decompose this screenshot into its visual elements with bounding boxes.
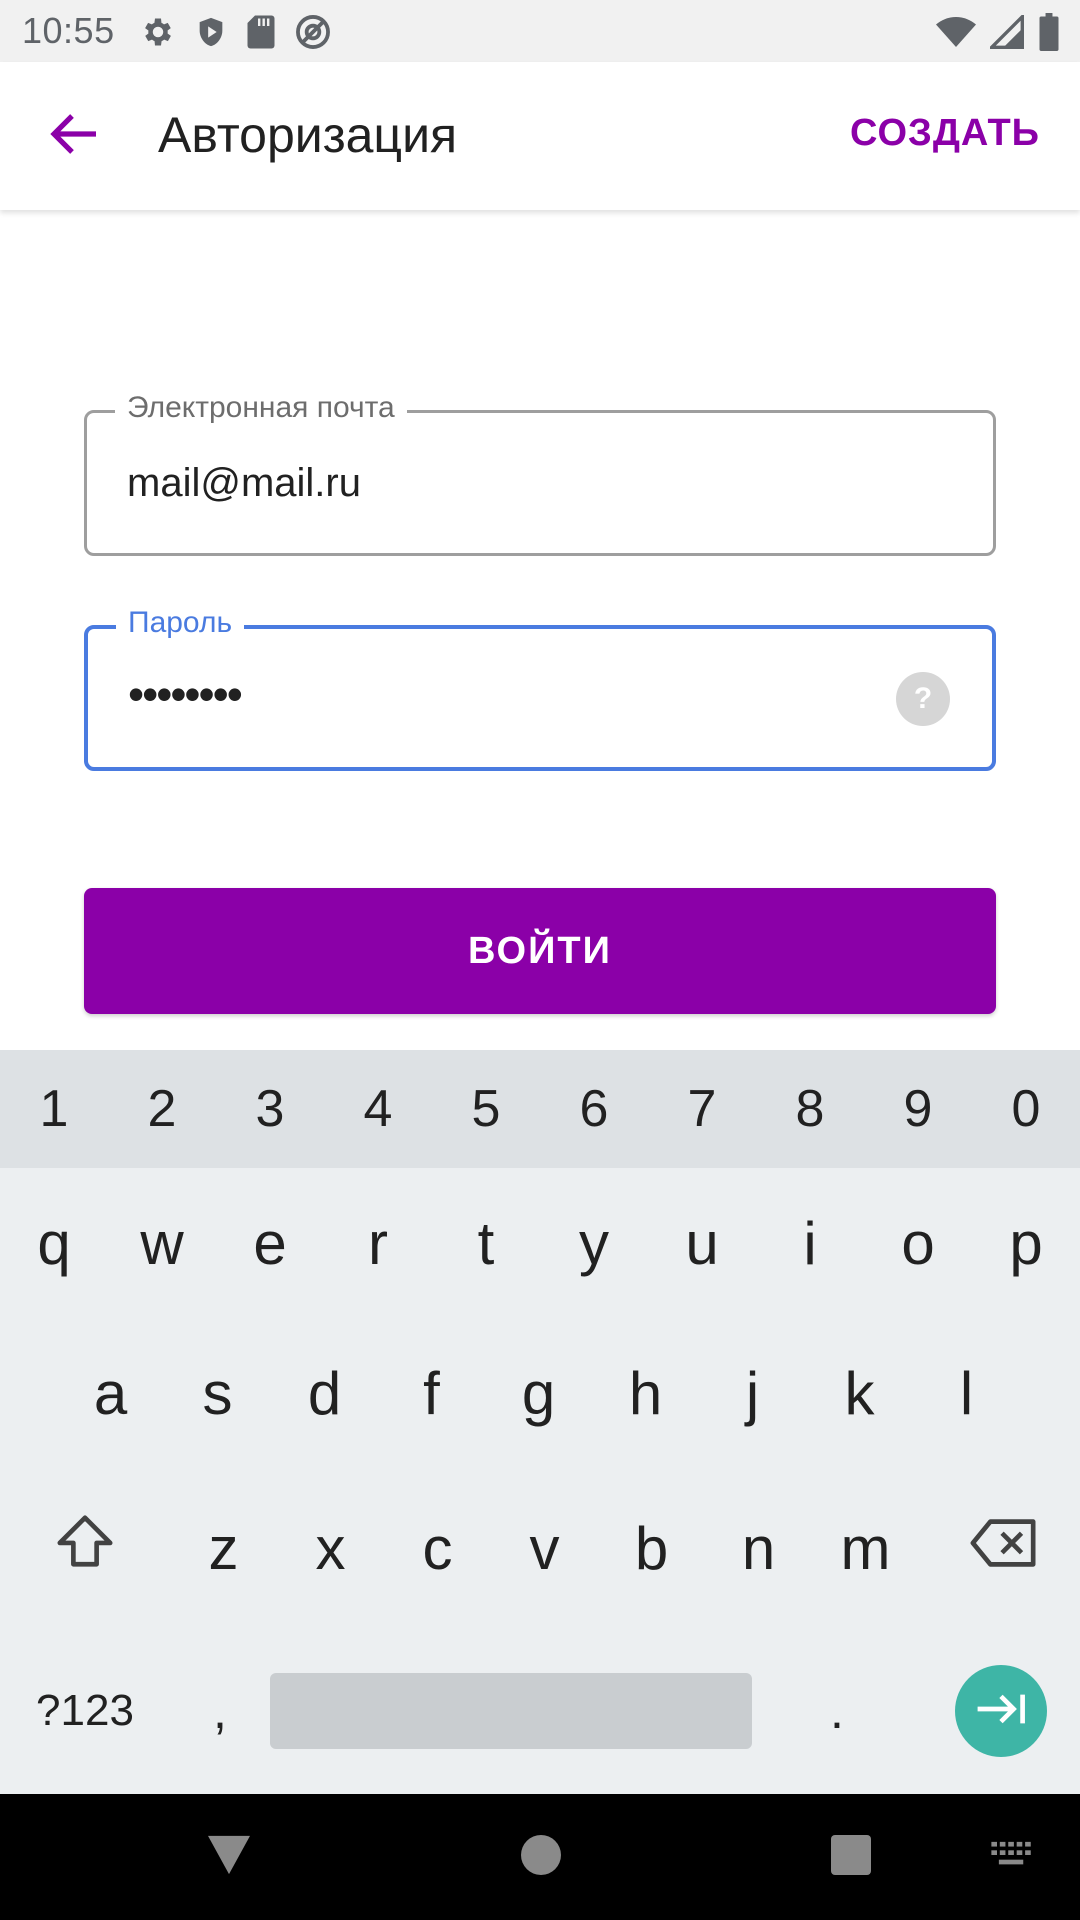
key-8[interactable]: 8: [756, 1050, 864, 1168]
keyboard-icon: [989, 1840, 1035, 1875]
key-i[interactable]: i: [756, 1168, 864, 1318]
key-6[interactable]: 6: [540, 1050, 648, 1168]
comma-key[interactable]: ,: [170, 1628, 270, 1794]
space-bar: [270, 1673, 752, 1749]
key-2[interactable]: 2: [108, 1050, 216, 1168]
key-u[interactable]: u: [648, 1168, 756, 1318]
recents-nav-button[interactable]: [818, 1824, 884, 1890]
navigation-bar: [0, 1794, 1080, 1920]
key-3[interactable]: 3: [216, 1050, 324, 1168]
key-m[interactable]: m: [812, 1468, 919, 1628]
page-title: Авторизация: [158, 107, 458, 163]
key-a[interactable]: a: [57, 1318, 164, 1468]
soft-keyboard: 1 2 3 4 5 6 7 8 9 0 q w e r t y u i o p …: [0, 1050, 1080, 1794]
key-z[interactable]: z: [170, 1468, 277, 1628]
key-7[interactable]: 7: [648, 1050, 756, 1168]
home-nav-button[interactable]: [508, 1824, 574, 1890]
back-nav-button[interactable]: [196, 1824, 262, 1890]
key-p[interactable]: p: [972, 1168, 1080, 1318]
help-icon[interactable]: ?: [896, 672, 950, 726]
back-button[interactable]: [34, 100, 114, 172]
keyboard-row-2: a s d f g h j k l: [57, 1318, 1020, 1468]
signal-icon: [990, 15, 1024, 49]
key-c[interactable]: c: [384, 1468, 491, 1628]
key-y[interactable]: y: [540, 1168, 648, 1318]
key-b[interactable]: b: [598, 1468, 705, 1628]
status-icons-left: [140, 12, 332, 52]
key-h[interactable]: h: [592, 1318, 699, 1468]
at-sign-icon: [294, 13, 332, 51]
keyboard-row-4: ?123 , .: [0, 1628, 1080, 1794]
triangle-down-icon: [206, 1834, 252, 1881]
keyboard-row-3: z x c v b n m: [0, 1468, 1080, 1628]
sd-card-icon: [246, 14, 276, 50]
circle-icon: [521, 1834, 561, 1880]
key-f[interactable]: f: [378, 1318, 485, 1468]
key-9[interactable]: 9: [864, 1050, 972, 1168]
square-icon: [831, 1834, 871, 1880]
key-t[interactable]: t: [432, 1168, 540, 1318]
arrow-back-icon: [50, 112, 98, 161]
space-key[interactable]: [270, 1628, 752, 1794]
enter-key[interactable]: [922, 1628, 1080, 1794]
key-r[interactable]: r: [324, 1168, 432, 1318]
app-bar: Авторизация СОЗДАТЬ: [0, 62, 1080, 210]
key-5[interactable]: 5: [432, 1050, 540, 1168]
symbols-key[interactable]: ?123: [0, 1628, 170, 1794]
key-4[interactable]: 4: [324, 1050, 432, 1168]
shift-icon: [54, 1513, 116, 1583]
shield-play-icon: [194, 14, 228, 50]
email-input-value[interactable]: mail@mail.ru: [127, 461, 361, 506]
status-time: 10:55: [22, 10, 115, 51]
key-l[interactable]: l: [913, 1318, 1020, 1468]
shift-key[interactable]: [0, 1468, 170, 1628]
password-label: Пароль: [116, 606, 245, 640]
key-o[interactable]: o: [864, 1168, 972, 1318]
password-field[interactable]: Пароль •••••••• ?: [84, 606, 996, 771]
key-q[interactable]: q: [0, 1168, 108, 1318]
status-bar: 10:55: [0, 0, 1080, 62]
key-0[interactable]: 0: [972, 1050, 1080, 1168]
battery-icon: [1038, 13, 1060, 51]
login-button[interactable]: ВОЙТИ: [84, 888, 996, 1014]
key-s[interactable]: s: [164, 1318, 271, 1468]
create-account-button[interactable]: СОЗДАТЬ: [850, 112, 1040, 155]
gear-icon: [140, 14, 176, 50]
enter-circle: [955, 1665, 1047, 1757]
email-label: Электронная почта: [115, 391, 407, 425]
wifi-icon: [936, 15, 976, 49]
key-g[interactable]: g: [485, 1318, 592, 1468]
key-w[interactable]: w: [108, 1168, 216, 1318]
key-e[interactable]: e: [216, 1168, 324, 1318]
keyboard-row-1: q w e r t y u i o p: [0, 1168, 1080, 1318]
key-v[interactable]: v: [491, 1468, 598, 1628]
period-key[interactable]: .: [752, 1628, 922, 1794]
backspace-icon: [969, 1514, 1039, 1583]
email-field[interactable]: Электронная почта mail@mail.ru: [84, 391, 996, 556]
password-input-value[interactable]: ••••••••: [128, 667, 243, 721]
status-icons-right: [936, 12, 1060, 52]
key-j[interactable]: j: [699, 1318, 806, 1468]
tab-next-icon: [973, 1691, 1029, 1732]
backspace-key[interactable]: [919, 1468, 1080, 1628]
keyboard-number-row: 1 2 3 4 5 6 7 8 9 0: [0, 1050, 1080, 1168]
key-k[interactable]: k: [806, 1318, 913, 1468]
keyboard-switch-button[interactable]: [982, 1824, 1042, 1890]
key-n[interactable]: n: [705, 1468, 812, 1628]
key-x[interactable]: x: [277, 1468, 384, 1628]
key-1[interactable]: 1: [0, 1050, 108, 1168]
key-d[interactable]: d: [271, 1318, 378, 1468]
